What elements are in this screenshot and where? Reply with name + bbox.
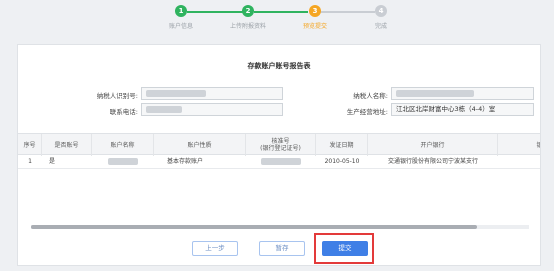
horizontal-scrollbar-thumb[interactable] [31, 225, 477, 229]
step-connector [320, 11, 375, 13]
redacted-value [261, 158, 301, 165]
accounts-table: 序号 是否账号 账户名称 账户性质 核准号 (银行登记证号) 发证日期 开户银行… [18, 133, 540, 227]
phone-field[interactable] [141, 103, 283, 116]
column-header: 银行 [498, 134, 540, 156]
cell-account-name [92, 155, 154, 169]
column-header: 开户银行 [368, 134, 498, 156]
report-title: 存款账户账号报告表 [247, 62, 311, 70]
taxpayer-id-field[interactable] [141, 87, 283, 100]
column-header: 账户性质 [154, 134, 246, 156]
progress-stepper: 1 账户信息 2 上传附报资料 3 预览提交 4 完成 [0, 0, 554, 40]
table-row[interactable]: 1 是 基本存款账户 2010-05-10 交通银行股份有限公司宁波某支行 [18, 155, 540, 169]
save-draft-button[interactable]: 暂存 [259, 241, 305, 256]
step-3-indicator: 3 [309, 5, 321, 17]
column-header: 账户名称 [92, 134, 154, 156]
taxpayer-id-label: 纳税人识别号: [96, 92, 138, 100]
taxpayer-name-label: 纳税人名称: [353, 92, 388, 100]
step-3-label: 预览提交 [302, 23, 327, 30]
redacted-value [146, 89, 206, 97]
column-header: 是否账号 [42, 134, 92, 156]
cell-account-type: 基本存款账户 [166, 158, 203, 165]
cell-is-account: 是 [48, 158, 55, 165]
address-label: 生产经营地址: [346, 108, 388, 116]
step-1-indicator: 1 [175, 5, 187, 17]
step-4-indicator: 4 [375, 5, 387, 17]
column-header: 发证日期 [316, 134, 368, 156]
cell-approval-no [246, 155, 316, 169]
cell-index: 1 [28, 158, 32, 165]
step-2-indicator: 2 [242, 5, 254, 17]
step-4-label: 完成 [374, 23, 387, 30]
table-header: 序号 是否账号 账户名称 账户性质 核准号 (银行登记证号) 发证日期 开户银行… [18, 133, 540, 156]
prev-step-button[interactable]: 上一步 [192, 241, 238, 256]
step-connector [187, 11, 247, 13]
taxpayer-name-field[interactable] [391, 87, 534, 100]
column-header: 序号 [18, 134, 42, 156]
report-card: 存款账户账号报告表 纳税人识别号: 纳税人名称: 联系电话: 生产经营地址: 江… [17, 44, 541, 266]
redacted-value [146, 105, 182, 113]
redacted-value [396, 89, 474, 97]
address-field[interactable]: 江北区北岸财富中心3栋（4-4）室 [391, 103, 534, 116]
cell-bank: 交通银行股份有限公司宁波某支行 [387, 158, 478, 165]
cell-issue-date: 2010-05-10 [324, 158, 360, 165]
submit-button[interactable]: 提交 [322, 241, 368, 256]
redacted-value [108, 158, 138, 165]
column-header: 核准号 (银行登记证号) [246, 134, 316, 156]
step-connector [254, 11, 308, 13]
phone-label: 联系电话: [109, 108, 138, 116]
step-2-label: 上传附报资料 [229, 23, 266, 30]
step-1-label: 账户信息 [168, 23, 193, 30]
